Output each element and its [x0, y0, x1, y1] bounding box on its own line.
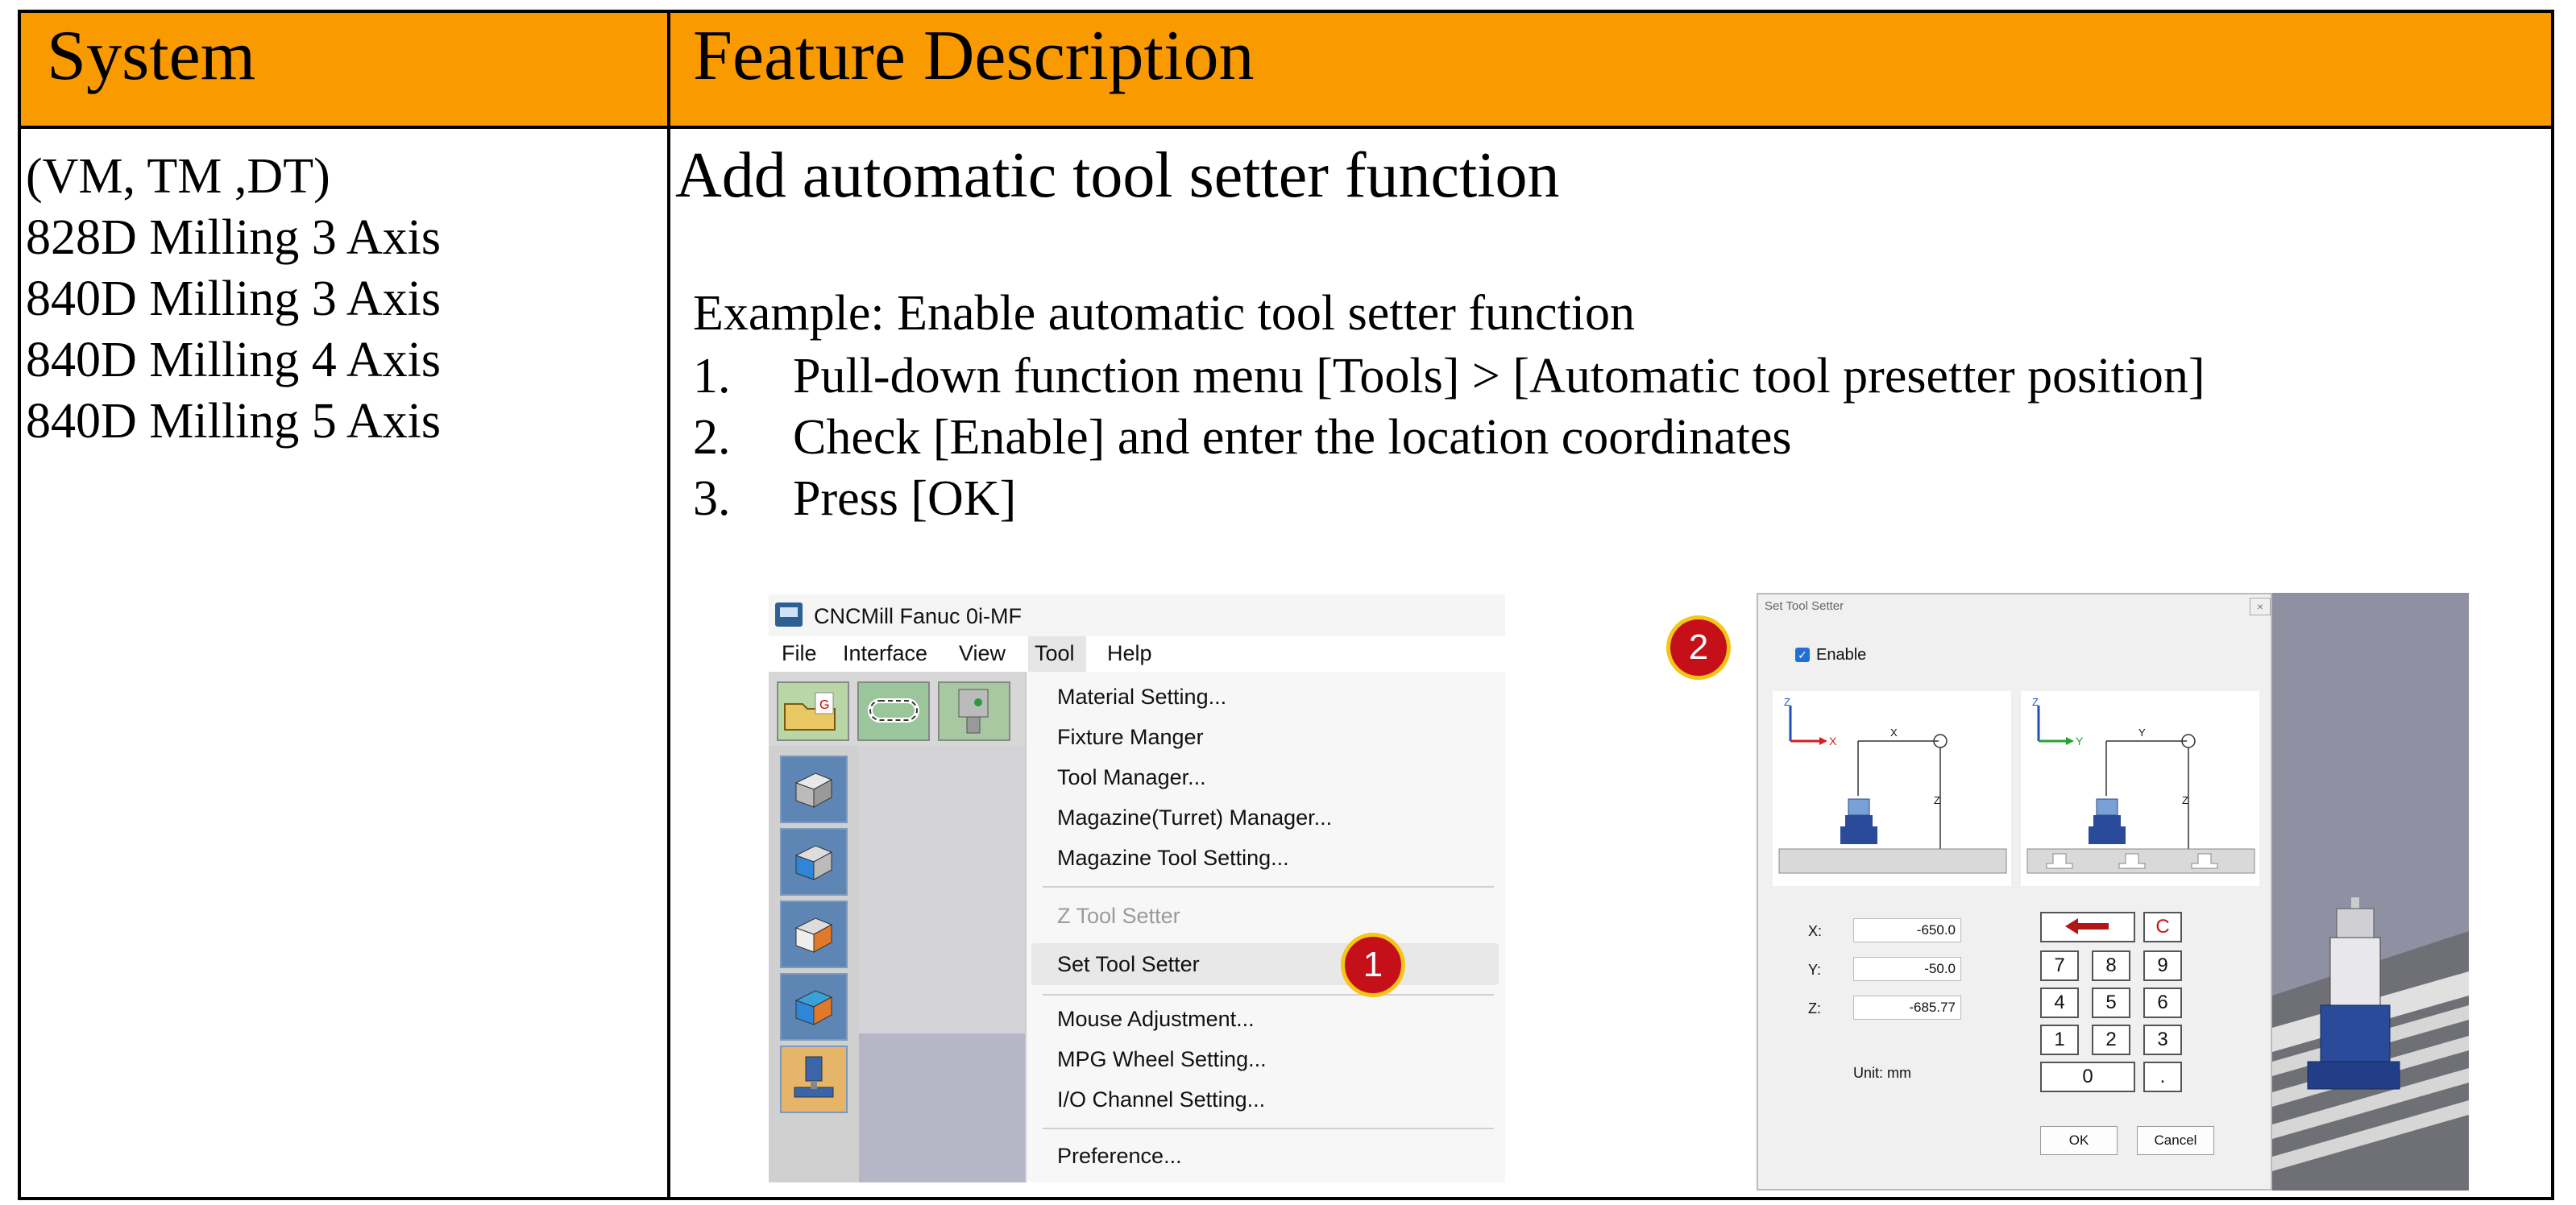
key-1[interactable]: 1: [2040, 1025, 2079, 1055]
step-text: Pull-down function menu [Tools] > [Autom…: [793, 349, 2205, 404]
key-6[interactable]: 6: [2143, 988, 2182, 1018]
menu-item-preference[interactable]: Preference...: [1057, 1144, 1182, 1169]
step-marker-1: 1: [1341, 933, 1405, 997]
menu-separator: [1043, 1128, 1494, 1129]
y-input[interactable]: -50.0: [1853, 957, 1961, 981]
menu-separator: [1043, 886, 1494, 888]
menu-item-material-setting[interactable]: Material Setting...: [1057, 685, 1226, 710]
3d-canvas-floor: [859, 1033, 1028, 1182]
table-header: [21, 13, 2551, 129]
menu-view[interactable]: View: [959, 641, 1006, 666]
enable-label: Enable: [1816, 646, 1867, 664]
close-icon[interactable]: ×: [2250, 598, 2271, 615]
key-7[interactable]: 7: [2040, 950, 2079, 981]
menu-item-mpg-wheel-setting[interactable]: MPG Wheel Setting...: [1057, 1047, 1267, 1072]
menu-item-mouse-adjustment[interactable]: Mouse Adjustment...: [1057, 1007, 1255, 1032]
axis-y-label: Y: [2076, 735, 2084, 747]
setter-diagram-yz: Z Y Y Z: [2021, 691, 2259, 886]
menu-item-z-tool-setter: Z Tool Setter: [1057, 904, 1180, 928]
example-text: Example: Enable automatic tool setter fu…: [693, 286, 1636, 341]
axis-x-label: X: [1829, 735, 1837, 747]
field-x-label: X:: [1808, 923, 1823, 939]
key-2[interactable]: 2: [2092, 1025, 2130, 1055]
step-number: 2.: [693, 410, 731, 465]
backspace-key[interactable]: [2040, 912, 2135, 942]
step-marker-2: 2: [1666, 615, 1731, 680]
key-0[interactable]: 0: [2040, 1062, 2135, 1092]
menu-item-fixture-manager[interactable]: Fixture Manger: [1057, 725, 1204, 750]
menu-tool[interactable]: Tool: [1035, 641, 1075, 666]
set-tool-setter-dialog: Set Tool Setter × ✓ Enable Z X X Z Z Y Y…: [1757, 593, 2272, 1191]
enable-checkbox[interactable]: ✓: [1795, 648, 1810, 662]
step-number: 1.: [693, 349, 731, 404]
menu-item-tool-manager[interactable]: Tool Manager...: [1057, 765, 1206, 790]
cncmill-window-screenshot: CNCMill Fanuc 0i-MF File Interface View …: [769, 594, 1505, 1182]
view-right-icon[interactable]: [780, 901, 848, 968]
step-number: 3.: [693, 471, 731, 526]
key-9[interactable]: 9: [2143, 950, 2182, 981]
app-icon: [775, 602, 803, 627]
machine-3d-view: [2272, 593, 2469, 1191]
dim-z-label: Z: [1934, 794, 1940, 806]
system-line: 840D Milling 5 Axis: [26, 394, 442, 449]
menu-item-magazine-manager[interactable]: Magazine(Turret) Manager...: [1057, 805, 1332, 830]
menu-item-io-channel-setting[interactable]: I/O Channel Setting...: [1057, 1087, 1265, 1112]
key-4[interactable]: 4: [2040, 988, 2079, 1018]
menu-item-set-tool-setter[interactable]: Set Tool Setter: [1057, 952, 1200, 977]
menu-separator: [1043, 994, 1494, 996]
ok-button[interactable]: OK: [2040, 1126, 2118, 1155]
path-loop-icon[interactable]: [857, 681, 930, 741]
key-dot[interactable]: .: [2143, 1062, 2182, 1092]
key-8[interactable]: 8: [2092, 950, 2130, 981]
axis-z-label: Z: [1784, 696, 1790, 708]
field-y-label: Y:: [1808, 962, 1822, 978]
header-feature-description: Feature Description: [693, 17, 1255, 95]
machine-view-icon[interactable]: [780, 1046, 848, 1113]
menu-file[interactable]: File: [782, 641, 817, 666]
x-input[interactable]: -650.0: [1853, 918, 1961, 942]
menu-item-magazine-tool-setting[interactable]: Magazine Tool Setting...: [1057, 846, 1289, 871]
z-input[interactable]: -685.77: [1853, 996, 1961, 1020]
clear-key[interactable]: C: [2143, 912, 2182, 942]
key-5[interactable]: 5: [2092, 988, 2130, 1018]
menu-interface[interactable]: Interface: [843, 641, 927, 666]
key-3[interactable]: 3: [2143, 1025, 2182, 1055]
dim-z-label: Z: [2182, 794, 2188, 806]
unit-label: Unit: mm: [1853, 1065, 1911, 1081]
view-front-icon[interactable]: [780, 828, 848, 896]
column-divider: [667, 13, 670, 1197]
view-multi-icon[interactable]: [780, 973, 848, 1041]
step-text: Check [Enable] and enter the location co…: [793, 410, 1792, 465]
dim-x-label: X: [1890, 727, 1898, 739]
axis-z-label: Z: [2032, 696, 2039, 708]
field-z-label: Z:: [1808, 1000, 1821, 1017]
tool-camera-icon[interactable]: [938, 681, 1010, 741]
setter-diagram-xz: Z X X Z: [1773, 691, 2011, 886]
system-line: 840D Milling 3 Axis: [26, 271, 442, 326]
system-line: 840D Milling 4 Axis: [26, 333, 442, 387]
dim-y-label: Y: [2138, 727, 2146, 739]
menu-help[interactable]: Help: [1107, 641, 1152, 666]
feature-title: Add automatic tool setter function: [675, 140, 1560, 211]
header-system: System: [47, 17, 256, 95]
view-iso-icon[interactable]: [780, 756, 848, 823]
window-title: CNCMill Fanuc 0i-MF: [814, 604, 1023, 628]
svg-text:G: G: [819, 698, 829, 712]
step-text: Press [OK]: [793, 471, 1017, 526]
open-program-icon[interactable]: G: [777, 681, 849, 741]
dialog-title: Set Tool Setter: [1765, 599, 1844, 613]
system-line: (VM, TM ,DT): [26, 149, 330, 204]
cancel-button[interactable]: Cancel: [2137, 1126, 2214, 1155]
system-line: 828D Milling 3 Axis: [26, 210, 442, 265]
